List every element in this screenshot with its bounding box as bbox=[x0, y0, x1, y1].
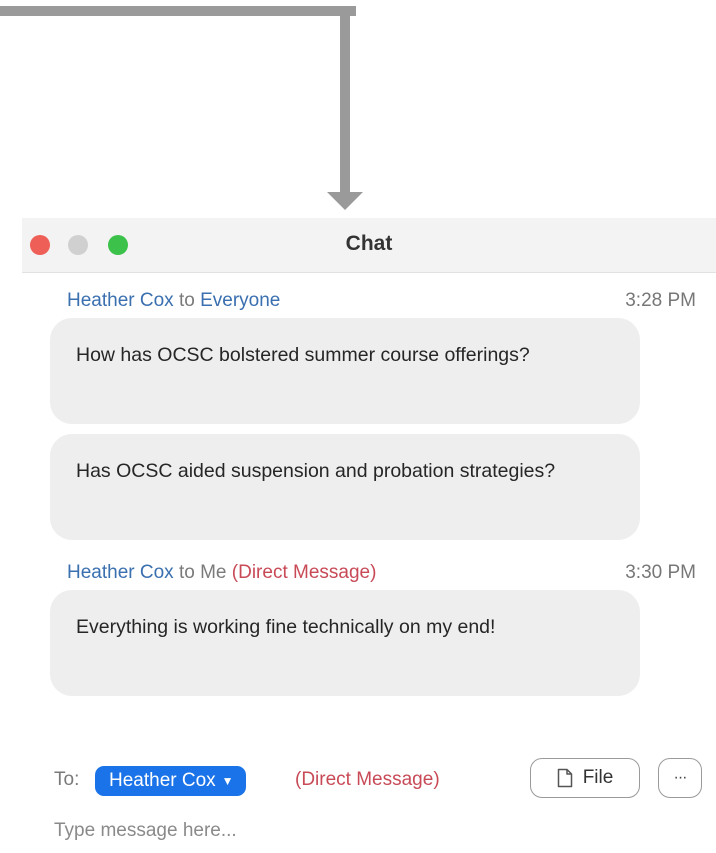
recipient-dropdown[interactable]: Heather Cox ▼ bbox=[95, 766, 246, 796]
message-timestamp: 3:28 PM bbox=[625, 290, 696, 311]
file-button[interactable]: File bbox=[530, 758, 640, 798]
callout-connector-vertical bbox=[340, 6, 350, 196]
title-bar: Chat bbox=[22, 218, 716, 273]
file-button-label: File bbox=[582, 767, 614, 788]
more-options-button[interactable]: ··· bbox=[658, 758, 702, 798]
message-header: Heather Cox to Everyone bbox=[67, 289, 280, 313]
more-icon: ··· bbox=[673, 769, 688, 786]
direct-message-tag: (Direct Message) bbox=[231, 562, 377, 583]
message-input[interactable] bbox=[54, 816, 654, 846]
chat-window: Chat Heather Cox to Everyone 3:28 PM How… bbox=[22, 218, 716, 853]
message-recipient: Everyone bbox=[200, 290, 281, 311]
recipient-dropdown-label: Heather Cox bbox=[109, 770, 216, 791]
message-recipient: Me bbox=[200, 562, 227, 583]
message-bubble: Everything is working fine technically o… bbox=[50, 590, 640, 696]
message-to-word: to bbox=[178, 290, 195, 311]
direct-message-indicator: (Direct Message) bbox=[295, 769, 440, 790]
message-header: Heather Cox to Me (Direct Message) bbox=[67, 561, 376, 585]
callout-connector-horizontal bbox=[0, 6, 356, 16]
message-sender[interactable]: Heather Cox bbox=[67, 290, 174, 311]
to-label: To: bbox=[54, 769, 80, 790]
caret-down-icon: ▼ bbox=[221, 774, 234, 788]
message-timestamp: 3:30 PM bbox=[625, 562, 696, 583]
callout-arrow-head-icon bbox=[327, 192, 363, 210]
message-to-word: to bbox=[178, 562, 195, 583]
window-title: Chat bbox=[345, 232, 393, 255]
file-icon bbox=[557, 768, 572, 788]
message-sender[interactable]: Heather Cox bbox=[67, 562, 174, 583]
message-bubble: How has OCSC bolstered summer course off… bbox=[50, 318, 640, 424]
message-bubble: Has OCSC aided suspension and probation … bbox=[50, 434, 640, 540]
